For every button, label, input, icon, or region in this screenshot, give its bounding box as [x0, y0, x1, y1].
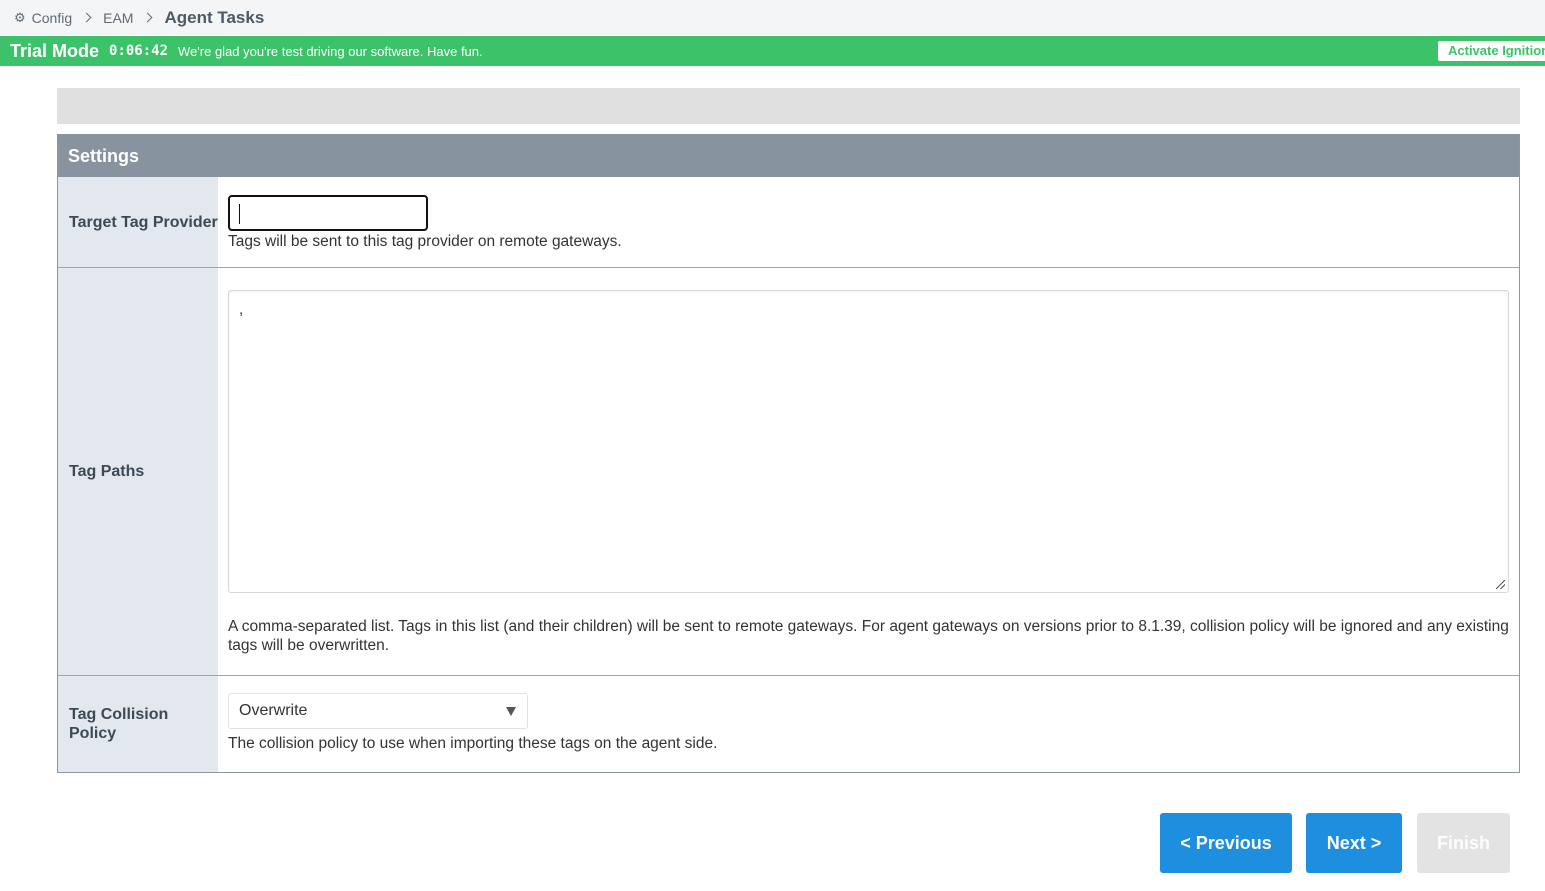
tag-paths-description: A comma-separated list. Tags in this lis… — [228, 618, 1509, 654]
page-title: Agent Tasks — [164, 7, 265, 27]
settings-panel: Settings Target Tag Provider Tags will b… — [57, 134, 1520, 773]
trial-mode-label: Trial Mode — [10, 40, 100, 61]
gear-icon[interactable]: ⚙ — [14, 10, 26, 26]
tag-collision-policy-description: The collision policy to use when importi… — [228, 735, 718, 752]
text-caret — [239, 204, 240, 224]
trial-message: We're glad you're test driving our softw… — [178, 43, 483, 59]
breadcrumb: ⚙ Config EAM Agent Tasks — [0, 0, 1545, 35]
next-button[interactable]: Next > — [1306, 813, 1402, 873]
tag-paths-textarea[interactable]: , — [228, 290, 1509, 593]
previous-button[interactable]: < Previous — [1160, 813, 1292, 873]
finish-button[interactable]: Finish — [1417, 813, 1510, 873]
target-tag-provider-description: Tags will be sent to this tag provider o… — [228, 233, 622, 250]
trial-timer: 0:06:42 — [109, 43, 169, 59]
tag-paths-value: , — [239, 301, 244, 318]
breadcrumb-item-eam[interactable]: EAM — [103, 10, 133, 26]
tag-paths-row: Tag Paths , A comma-separated list. Tags… — [58, 268, 1519, 676]
resize-handle-icon[interactable] — [1496, 580, 1505, 589]
dropdown-arrow-icon — [506, 707, 516, 716]
target-tag-provider-input[interactable] — [228, 195, 428, 231]
tag-paths-label: Tag Paths — [58, 268, 218, 675]
trial-banner: Trial Mode 0:06:42 We're glad you're tes… — [0, 36, 1545, 66]
breadcrumb-item-config[interactable]: Config — [32, 10, 72, 26]
chevron-right-icon — [81, 12, 92, 23]
settings-header: Settings — [58, 135, 1519, 177]
chevron-right-icon — [143, 12, 153, 23]
tag-collision-policy-selected: Overwrite — [239, 702, 308, 719]
activate-button[interactable]: Activate Ignition — [1438, 41, 1545, 61]
tag-collision-policy-label: Tag Collision Policy — [58, 676, 218, 772]
progress-bar — [57, 88, 1520, 124]
tag-collision-policy-select[interactable]: Overwrite — [228, 693, 528, 729]
target-tag-provider-label: Target Tag Provider — [58, 177, 218, 267]
target-tag-provider-row: Target Tag Provider Tags will be sent to… — [58, 177, 1519, 268]
tag-collision-policy-row: Tag Collision Policy Overwrite The colli… — [58, 676, 1519, 772]
